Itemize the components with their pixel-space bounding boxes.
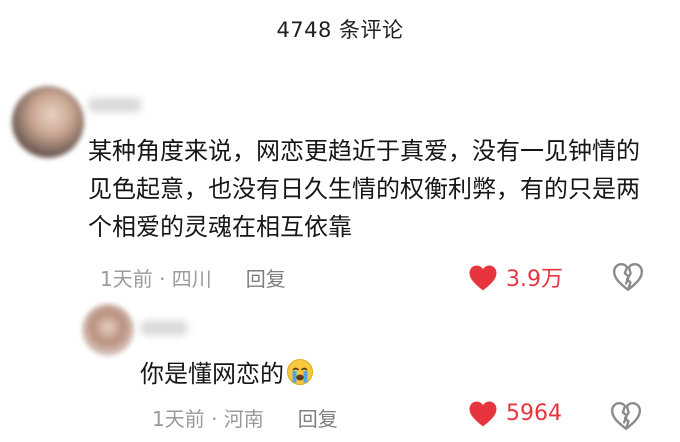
page-title: 4748 条评论 xyxy=(276,18,404,42)
crying-face-icon xyxy=(286,358,314,397)
dislike-button[interactable] xyxy=(610,401,642,434)
broken-heart-icon xyxy=(610,402,642,430)
comment-meta: 1天前 · 四川 回复 xyxy=(100,263,286,292)
comment-text: 某种角度来说，网恋更趋近于真爱，没有一见钟情的见色起意，也没有日久生情的权衡利弊… xyxy=(88,137,640,241)
heart-filled-icon xyxy=(469,264,497,290)
username-blurred[interactable] xyxy=(140,321,188,335)
heart-filled-icon xyxy=(469,401,497,427)
like-button[interactable]: 5964 xyxy=(468,400,562,427)
dislike-button[interactable] xyxy=(612,262,644,295)
avatar[interactable] xyxy=(12,86,84,158)
comment-time-location: 1天前 · 河南 xyxy=(152,407,264,431)
reply-button[interactable]: 回复 xyxy=(246,263,286,292)
comment-text: 你是懂网恋的 xyxy=(140,355,440,397)
broken-heart-icon xyxy=(612,263,644,291)
comment-text-content: 你是懂网恋的 xyxy=(140,360,284,388)
avatar[interactable] xyxy=(82,304,134,356)
like-count: 3.9万 xyxy=(506,267,563,292)
username-blurred[interactable] xyxy=(88,98,142,112)
reply-button[interactable]: 回复 xyxy=(298,403,338,432)
like-count: 5964 xyxy=(506,401,562,426)
like-button[interactable]: 3.9万 xyxy=(468,261,563,293)
comment-time-location: 1天前 · 四川 xyxy=(100,267,212,291)
comment-meta: 1天前 · 河南 回复 xyxy=(152,403,338,432)
